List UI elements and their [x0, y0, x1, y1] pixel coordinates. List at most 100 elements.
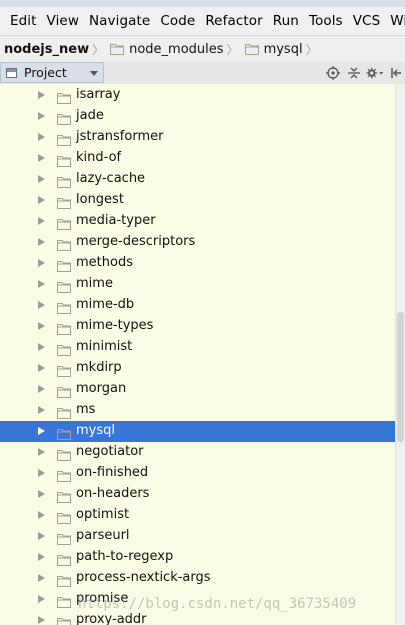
menu-navigate[interactable]: Navigate — [89, 13, 150, 29]
folder-icon — [110, 44, 125, 55]
menu-refactor[interactable]: Refactor — [205, 13, 262, 29]
menu-window[interactable]: Window — [390, 13, 405, 29]
expand-arrow-icon[interactable] — [38, 406, 45, 414]
tree-row-label: morgan — [76, 381, 127, 396]
chevron-right-icon: 〉 — [305, 42, 318, 57]
tree-row-label: negotiator — [76, 444, 144, 459]
expand-arrow-icon[interactable] — [38, 175, 45, 183]
menu-edit[interactable]: Edit — [10, 13, 37, 29]
chevron-down-icon — [90, 71, 98, 76]
expand-arrow-icon[interactable] — [38, 385, 45, 393]
tree-row-parseurl[interactable]: parseurl — [0, 526, 395, 547]
toolwindow-actions — [321, 62, 405, 83]
tree-row-label: mime-db — [76, 297, 135, 312]
expand-arrow-icon[interactable] — [38, 427, 45, 435]
tree-row-ms[interactable]: ms — [0, 400, 395, 421]
tree-row-label: jstransformer — [76, 129, 164, 144]
hide-icon[interactable] — [387, 64, 405, 82]
tree-row-lazy-cache[interactable]: lazy-cache — [0, 169, 395, 190]
expand-arrow-icon[interactable] — [38, 490, 45, 498]
breadcrumb-root[interactable]: nodejs_new — [4, 42, 89, 57]
expand-arrow-icon[interactable] — [38, 133, 45, 141]
tree-row-media-typer[interactable]: media-typer — [0, 211, 395, 232]
expand-arrow-icon[interactable] — [38, 532, 45, 540]
project-tree[interactable]: isarray jade jstransformer kind-of lazy-cach… — [0, 84, 395, 625]
tree-row-minimist[interactable]: minimist — [0, 337, 395, 358]
tree-row-label: on-headers — [76, 486, 150, 501]
menu-code[interactable]: Code — [160, 13, 195, 29]
expand-arrow-icon[interactable] — [38, 574, 45, 582]
tree-row-label: process-nextick-args — [76, 570, 211, 585]
title-bar — [0, 0, 405, 7]
expand-arrow-icon[interactable] — [38, 112, 45, 120]
folder-icon — [57, 614, 71, 625]
expand-arrow-icon[interactable] — [38, 322, 45, 330]
breadcrumb-node-modules[interactable]: node_modules — [110, 41, 224, 57]
tree-row-jstransformer[interactable]: jstransformer — [0, 127, 395, 148]
tree-row-jade[interactable]: jade — [0, 106, 395, 127]
tree-row-mime-db[interactable]: mime-db — [0, 295, 395, 316]
tree-row-methods[interactable]: methods — [0, 253, 395, 274]
tree-row-label: merge-descriptors — [76, 234, 196, 249]
tree-row-longest[interactable]: longest — [0, 190, 395, 211]
breadcrumb-label: node_modules — [129, 41, 224, 57]
collapse-icon[interactable] — [345, 64, 363, 82]
project-view-dropdown[interactable]: Project — [0, 62, 104, 83]
folder-icon — [244, 44, 259, 55]
tree-row-merge-descriptors[interactable]: merge-descriptors — [0, 232, 395, 253]
expand-arrow-icon[interactable] — [38, 259, 45, 267]
expand-arrow-icon[interactable] — [38, 343, 45, 351]
expand-arrow-icon[interactable] — [38, 448, 45, 456]
tree-row-label: methods — [76, 255, 133, 270]
tree-row-on-headers[interactable]: on-headers — [0, 484, 395, 505]
tree-row-label: kind-of — [76, 150, 122, 165]
menu-tools[interactable]: Tools — [309, 13, 343, 29]
target-icon[interactable] — [324, 64, 342, 82]
tree-row-path-to-regexp[interactable]: path-to-regexp — [0, 547, 395, 568]
expand-arrow-icon[interactable] — [38, 469, 45, 477]
tree-row-label: mime — [76, 276, 113, 291]
tree-row-label: ms — [76, 402, 96, 417]
expand-arrow-icon[interactable] — [38, 616, 45, 624]
breadcrumb-mysql[interactable]: mysql — [244, 42, 303, 57]
expand-arrow-icon[interactable] — [38, 364, 45, 372]
tree-row-label: lazy-cache — [76, 171, 146, 186]
tree-row-mime[interactable]: mime — [0, 274, 395, 295]
expand-arrow-icon[interactable] — [38, 217, 45, 225]
expand-arrow-icon[interactable] — [38, 91, 45, 99]
chevron-right-icon: 〉 — [226, 42, 239, 57]
tree-row-isarray[interactable]: isarray — [0, 85, 395, 106]
expand-arrow-icon[interactable] — [38, 301, 45, 309]
tree-row-negotiator[interactable]: negotiator — [0, 442, 395, 463]
tree-row-mime-types[interactable]: mime-types — [0, 316, 395, 337]
tree-scrollbar[interactable] — [395, 84, 405, 625]
expand-arrow-icon[interactable] — [38, 238, 45, 246]
tree-row-optimist[interactable]: optimist — [0, 505, 395, 526]
tree-row-process-nextick-args[interactable]: process-nextick-args — [0, 568, 395, 589]
scrollbar-thumb[interactable] — [397, 312, 404, 442]
expand-arrow-icon[interactable] — [38, 553, 45, 561]
expand-arrow-icon[interactable] — [38, 511, 45, 519]
watermark: https://blog.csdn.net/qq_36735409 — [78, 596, 357, 612]
tree-row-kind-of[interactable]: kind-of — [0, 148, 395, 169]
menu-bar: Edit View Navigate Code Refactor Run Too… — [0, 7, 405, 35]
tree-row-mysql[interactable]: mysql — [0, 421, 395, 442]
tree-row-morgan[interactable]: morgan — [0, 379, 395, 400]
menu-vcs[interactable]: VCS — [353, 13, 381, 29]
menu-view[interactable]: View — [47, 13, 79, 29]
chevron-right-icon: 〉 — [92, 42, 105, 57]
expand-arrow-icon[interactable] — [38, 154, 45, 162]
tree-row-label: parseurl — [76, 528, 130, 543]
tree-row-mkdirp[interactable]: mkdirp — [0, 358, 395, 379]
menu-run[interactable]: Run — [273, 13, 299, 29]
expand-arrow-icon[interactable] — [38, 595, 45, 603]
tree-row-proxy-addr[interactable]: proxy-addr — [0, 610, 395, 625]
tree-row-label: mime-types — [76, 318, 154, 333]
tree-row-on-finished[interactable]: on-finished — [0, 463, 395, 484]
expand-arrow-icon[interactable] — [38, 280, 45, 288]
tree-row-label: proxy-addr — [76, 612, 147, 625]
tree-row-label: jade — [76, 108, 104, 123]
expand-arrow-icon[interactable] — [38, 196, 45, 204]
gear-icon[interactable] — [366, 64, 384, 82]
tree-row-label: optimist — [76, 507, 130, 522]
